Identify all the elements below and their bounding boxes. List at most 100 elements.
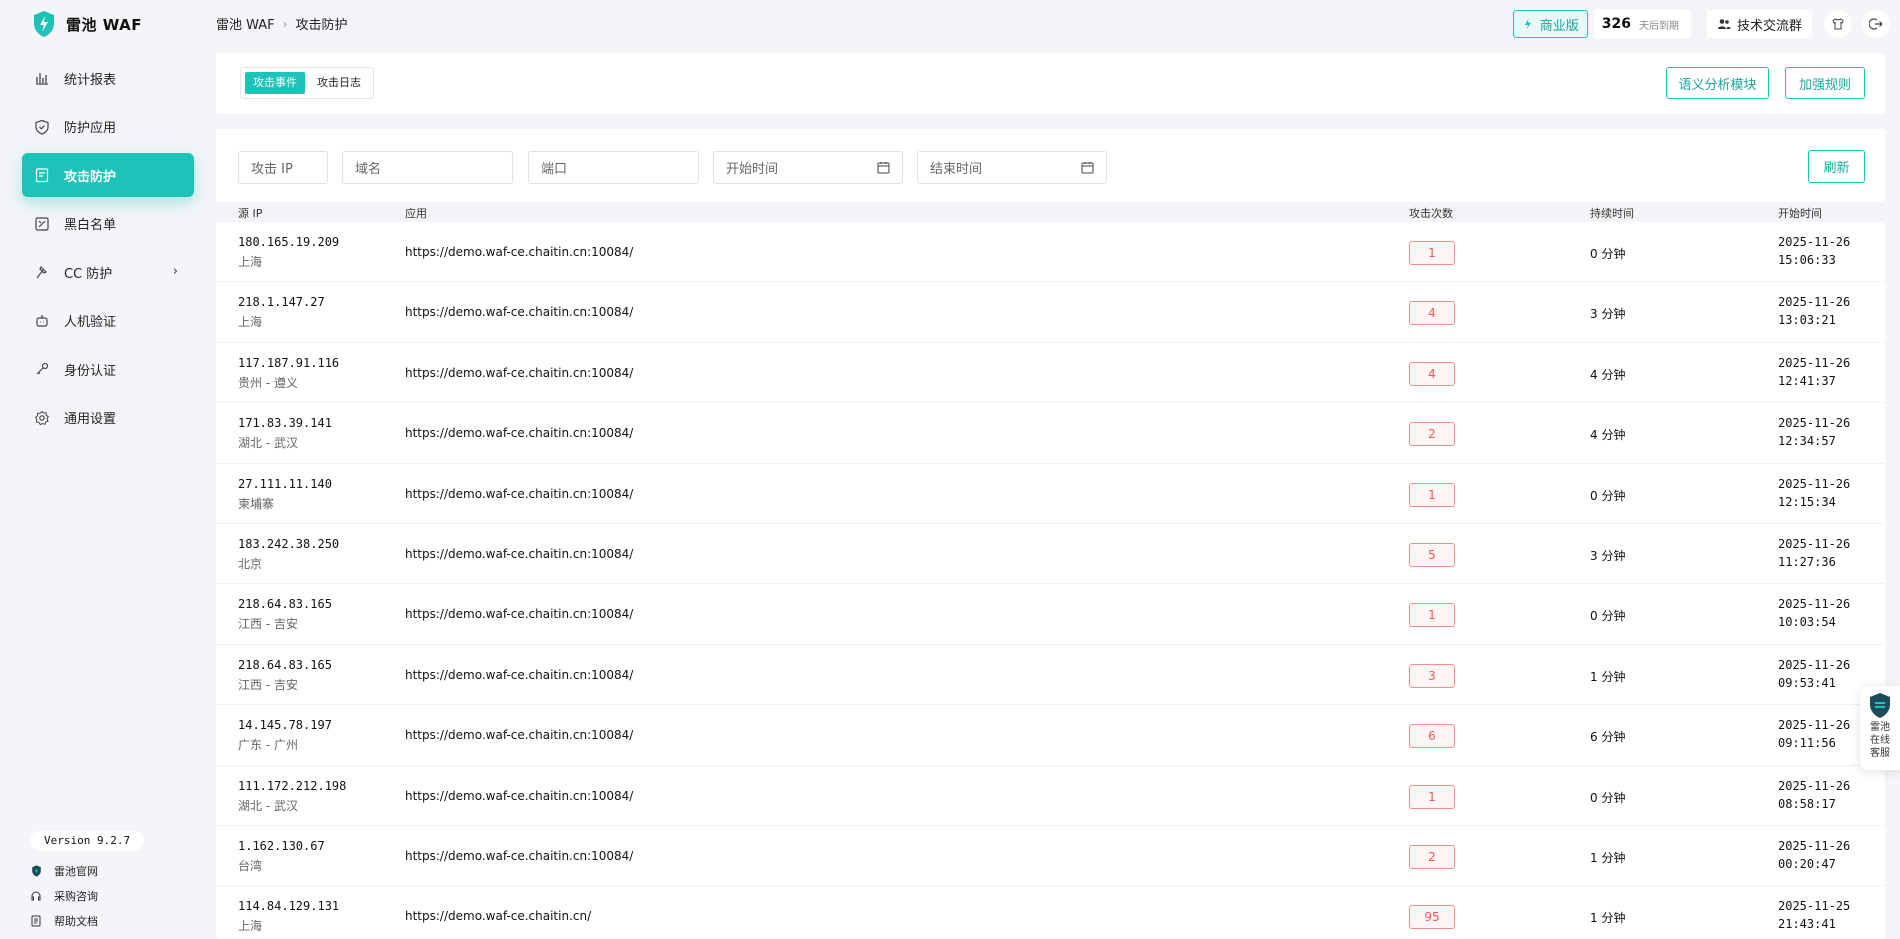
source-ip: 218.64.83.165 (238, 597, 332, 612)
robot-icon (34, 313, 50, 329)
edition-label: 商业版 (1539, 18, 1579, 34)
table-row[interactable]: 218.64.83.165 江西 - 吉安 https://demo.waf-ce.… (216, 645, 1885, 706)
tab-attack-events[interactable]: 攻击事件 (245, 72, 305, 94)
table-row[interactable]: 111.172.212.198 湖北 - 武汉 https://demo.waf-c… (216, 766, 1885, 826)
end-time-picker[interactable]: 结束时间 (917, 151, 1107, 184)
source-ip: 171.83.39.141 (238, 416, 332, 431)
attack-count-badge: 1 (1409, 603, 1455, 628)
duration: 4 分钟 (1590, 367, 1626, 382)
ip-location: 贵州 - 遵义 (238, 375, 298, 390)
sidebar-item-settings[interactable]: 通用设置 (22, 396, 194, 440)
sidebar-item-cc-protection[interactable]: CC 防护 › (22, 250, 194, 294)
end-time-placeholder: 结束时间 (930, 162, 983, 177)
bar-chart-icon (34, 70, 50, 86)
start-date: 2025-11-26 (1778, 597, 1851, 612)
table-row[interactable]: 27.111.11.140 柬埔寨 https://demo.waf-ce.chai… (216, 464, 1885, 524)
events-card: 攻击 IP 域名 端口 开始时间 结束时间 刷新 源 IP 应用 攻击次数 持续… (216, 129, 1885, 939)
sidebar-item-label: 统计报表 (64, 72, 117, 88)
start-time: 15:06:33 (1778, 253, 1836, 267)
table-row[interactable]: 183.242.38.250 北京 https://demo.waf-ce.chai… (216, 524, 1885, 585)
table-row[interactable]: 117.187.91.116 贵州 - 遵义 https://demo.waf-ce… (216, 343, 1885, 404)
sidebar-item-stats[interactable]: 统计报表 (22, 56, 194, 100)
table-row[interactable]: 171.83.39.141 湖北 - 武汉 https://demo.waf-ce.… (216, 403, 1885, 464)
start-time: 12:41:37 (1778, 373, 1836, 388)
table-row[interactable]: 14.145.78.197 广东 - 广州 https://demo.waf-ce.… (216, 705, 1885, 766)
table-body: 180.165.19.209 上海 https://demo.waf-ce.chai… (216, 222, 1885, 939)
table-row[interactable]: 1.162.130.67 台湾 https://demo.waf-ce.chaiti… (216, 826, 1885, 887)
duration: 4 分钟 (1590, 428, 1626, 443)
tab-attack-logs[interactable]: 攻击日志 (309, 72, 369, 94)
header-actions: 商业版 326 天后到期 技术交流群 (1512, 10, 1900, 38)
column-duration: 持续时间 (1590, 207, 1634, 220)
edition-badge[interactable]: 商业版 (1512, 10, 1588, 38)
attack-count-badge: 1 (1409, 784, 1455, 809)
enhance-rules-button[interactable]: 加强规则 (1785, 67, 1865, 99)
app-url: https://demo.waf-ce.chaitin.cn:10084/ (405, 788, 634, 803)
clipboard-shield-icon (34, 167, 50, 183)
sidebar-item-label: 防护应用 (64, 121, 117, 136)
logo-icon (30, 864, 42, 877)
ip-location: 江西 - 吉安 (238, 677, 298, 692)
attack-count-badge: 5 (1409, 542, 1455, 567)
start-time: 00:20:47 (1778, 856, 1836, 871)
app-url: https://demo.waf-ce.chaitin.cn:10084/ (405, 245, 634, 259)
source-ip: 180.165.19.209 (238, 235, 340, 249)
sidebar-item-label: 身份认证 (64, 363, 117, 379)
domain-placeholder: 域名 (355, 162, 382, 177)
duration: 6 分钟 (1590, 730, 1626, 745)
column-source-ip: 源 IP (238, 207, 263, 220)
online-support-button[interactable]: 雷池在线客服 (1860, 686, 1900, 770)
start-time-picker[interactable]: 开始时间 (713, 151, 903, 184)
ip-location: 北京 (238, 556, 263, 571)
support-label: 雷池在线客服 (1870, 722, 1890, 759)
breadcrumb-root[interactable]: 雷池 WAF (216, 14, 275, 33)
sidebar-item-label: 攻击防护 (64, 169, 117, 185)
attack-count-badge: 2 (1409, 422, 1455, 447)
start-time-placeholder: 开始时间 (726, 162, 779, 177)
shirt-icon[interactable] (1824, 10, 1852, 38)
sidebar-item-protected-apps[interactable]: 防护应用 (22, 105, 194, 149)
table-row[interactable]: 180.165.19.209 上海 https://demo.waf-ce.chai… (216, 222, 1885, 283)
start-time: 12:15:34 (1778, 494, 1836, 509)
attack-ip-placeholder: 攻击 IP (251, 162, 293, 177)
sidebar-item-auth[interactable]: 身份认证 (22, 347, 194, 391)
footer-link-docs[interactable]: 帮助文档 (30, 908, 98, 933)
ip-location: 柬埔寨 (238, 496, 275, 511)
source-ip: 27.111.11.140 (238, 476, 332, 491)
app-url: https://demo.waf-ce.chaitin.cn:10084/ (405, 848, 634, 863)
attack-count-badge: 1 (1409, 241, 1455, 265)
logo[interactable]: 雷池 WAF (32, 10, 142, 38)
attack-count-badge: 4 (1409, 361, 1455, 386)
attack-count-badge: 4 (1409, 301, 1455, 326)
sidebar-item-attack-protection[interactable]: 攻击防护 (22, 153, 194, 197)
ip-location: 江西 - 吉安 (238, 617, 298, 632)
start-date: 2025-11-26 (1778, 476, 1851, 491)
attack-ip-input[interactable]: 攻击 IP (238, 151, 328, 184)
app-url: https://demo.waf-ce.chaitin.cn:10084/ (405, 728, 634, 743)
ip-location: 台湾 (238, 858, 263, 873)
refresh-button[interactable]: 刷新 (1808, 150, 1865, 183)
table-row[interactable]: 114.84.129.131 上海 https://demo.waf-ce.chai… (216, 886, 1885, 939)
sidebar-item-blackwhite-list[interactable]: 黑白名单 (22, 202, 194, 246)
attack-count-badge: 1 (1409, 482, 1455, 507)
key-icon (34, 361, 50, 377)
domain-input[interactable]: 域名 (342, 151, 513, 184)
sidebar-item-captcha[interactable]: 人机验证 (22, 299, 194, 343)
start-time: 09:53:41 (1778, 675, 1836, 690)
ip-location: 上海 (238, 919, 263, 934)
semantic-analysis-button[interactable]: 语义分析模块 (1666, 67, 1769, 99)
logout-icon[interactable] (1862, 10, 1890, 38)
sidebar-item-label: 通用设置 (64, 412, 117, 427)
port-input[interactable]: 端口 (528, 151, 699, 184)
tech-group-button[interactable]: 技术交流群 (1706, 10, 1812, 38)
toolbar-card: 攻击事件 攻击日志 语义分析模块 加强规则 (216, 53, 1885, 114)
start-date: 2025-11-26 (1778, 838, 1851, 853)
duration: 0 分钟 (1590, 609, 1626, 624)
table-header: 源 IP 应用 攻击次数 持续时间 开始时间 (216, 202, 1885, 222)
footer-link-purchase[interactable]: 采购咨询 (30, 883, 98, 908)
attack-count-badge: 2 (1409, 844, 1455, 869)
table-row[interactable]: 218.64.83.165 江西 - 吉安 https://demo.waf-ce.… (216, 584, 1885, 645)
start-date: 2025-11-26 (1778, 355, 1851, 370)
table-row[interactable]: 218.1.147.27 上海 https://demo.waf-ce.chaiti… (216, 282, 1885, 343)
footer-link-website[interactable]: 雷池官网 (30, 858, 98, 883)
